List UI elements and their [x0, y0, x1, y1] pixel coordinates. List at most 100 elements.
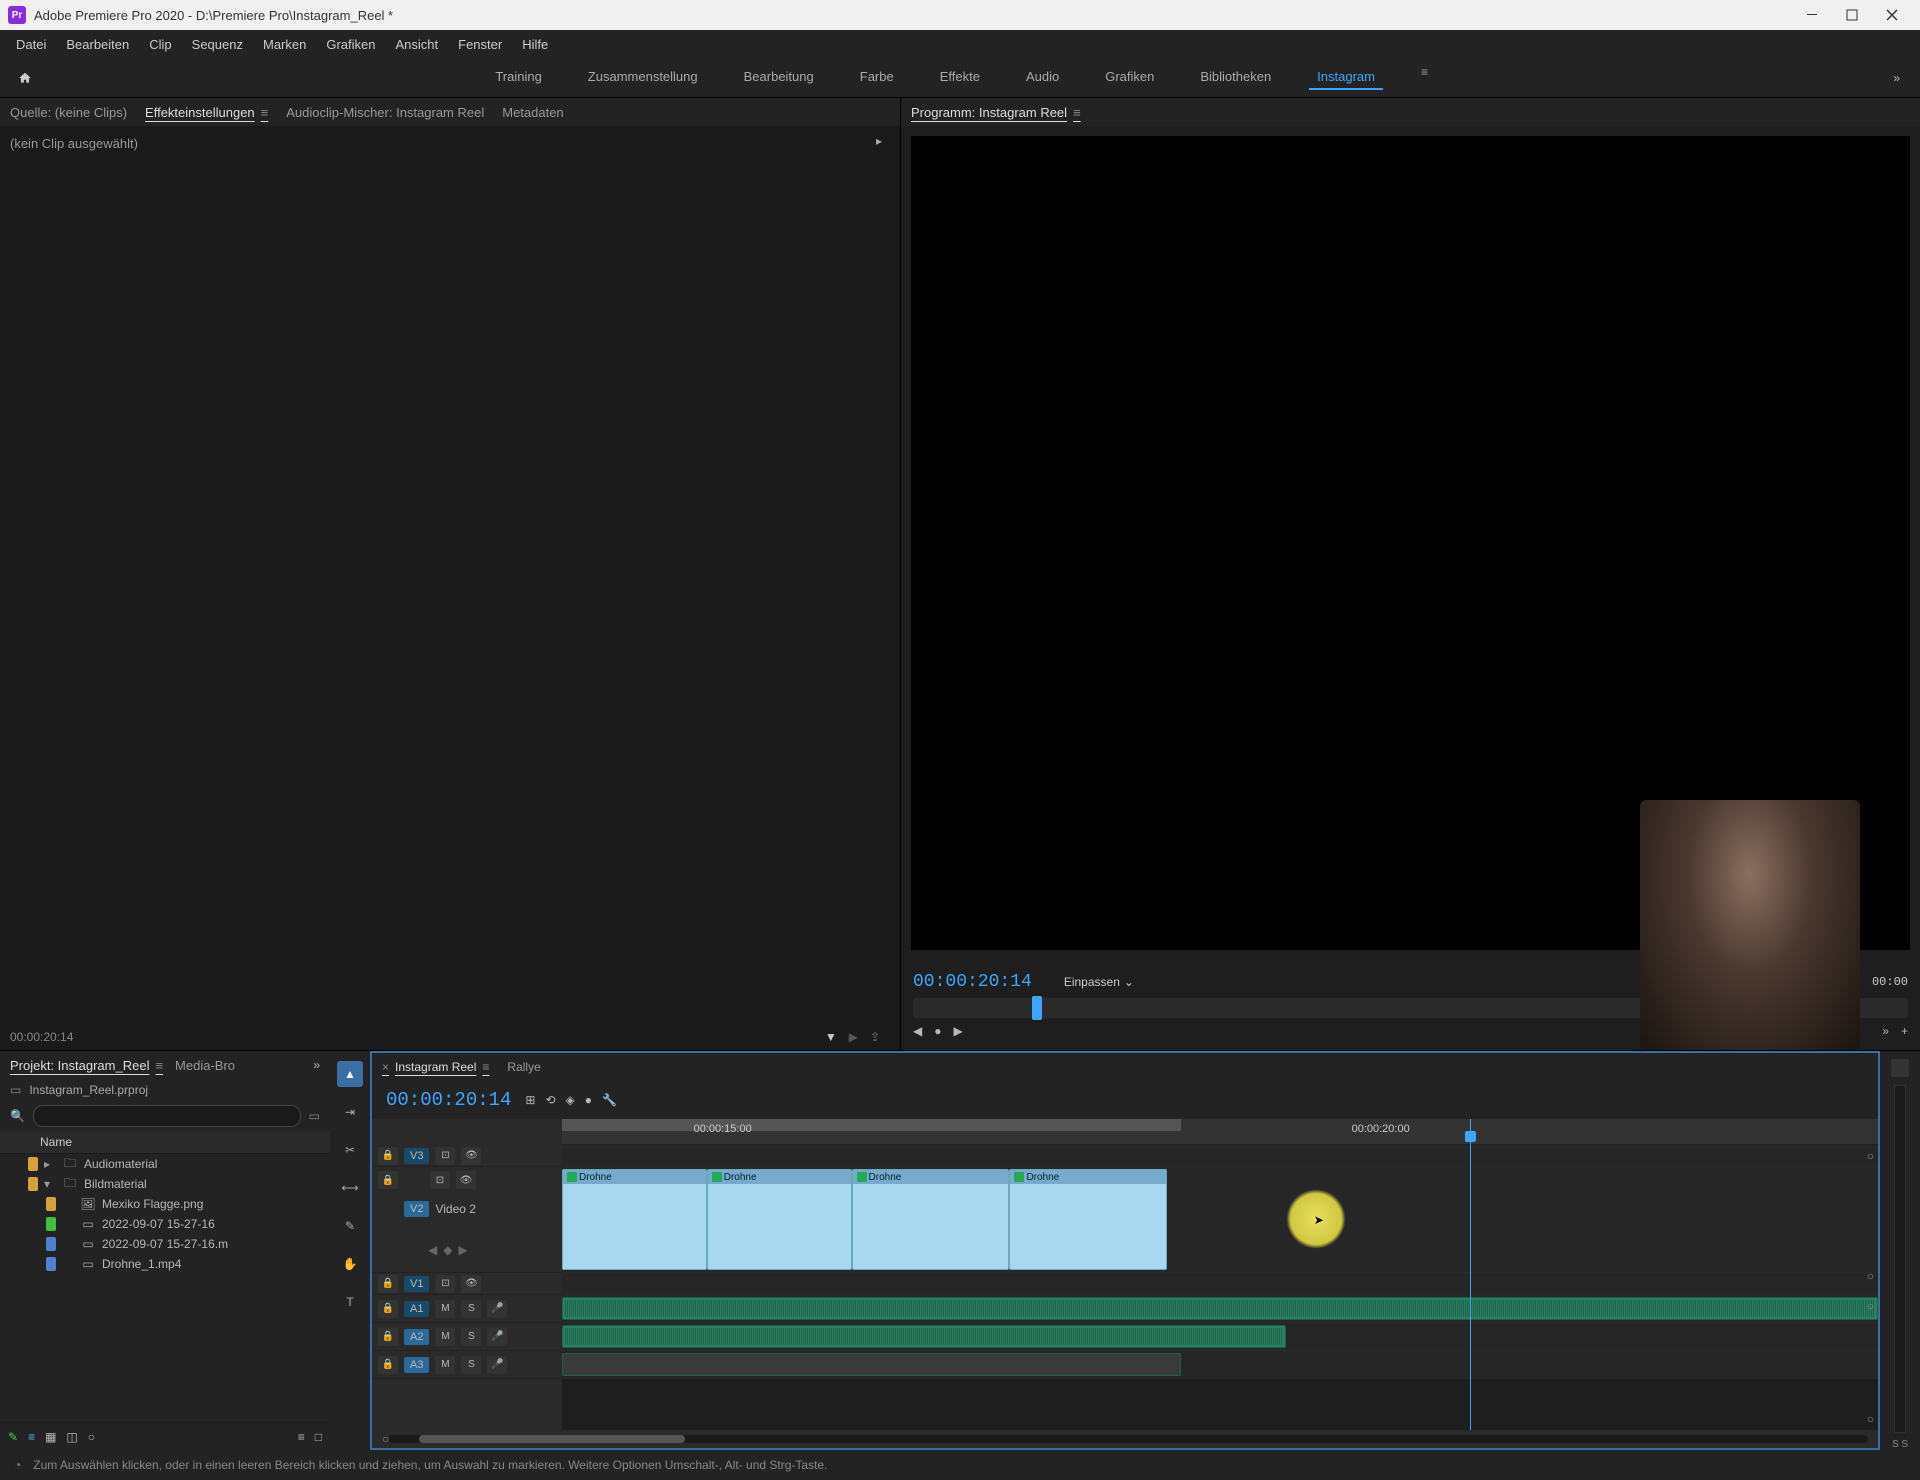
mute-button[interactable]: M — [435, 1356, 455, 1374]
audio-clip[interactable] — [562, 1325, 1286, 1348]
tab-metadaten[interactable]: Metadaten — [502, 105, 563, 120]
menu-ansicht[interactable]: Ansicht — [385, 33, 448, 56]
video-clip[interactable]: Drohne — [1009, 1169, 1167, 1270]
sync-lock-icon[interactable]: ⊡ — [435, 1147, 455, 1165]
mute-button[interactable]: M — [435, 1300, 455, 1318]
close-button[interactable] — [1872, 1, 1912, 29]
search-icon[interactable]: 🔍 — [10, 1109, 25, 1123]
workspace-overflow-icon[interactable]: » — [1873, 71, 1920, 85]
project-item[interactable]: ▾ 🗀 Bildmaterial — [0, 1174, 330, 1194]
workspace-bearbeitung[interactable]: Bearbeitung — [736, 65, 822, 90]
pencil-icon[interactable]: ✎ — [8, 1430, 18, 1444]
workspace-audio[interactable]: Audio — [1018, 65, 1067, 90]
project-item[interactable]: ▭ 2022-09-07 15-27-16 — [0, 1214, 330, 1234]
menu-fenster[interactable]: Fenster — [448, 33, 512, 56]
fit-dropdown[interactable]: Einpassen⌄ — [1064, 975, 1134, 989]
scroll-indicator-icon[interactable]: ○ — [1867, 1269, 1874, 1283]
lock-icon[interactable]: 🔒 — [378, 1356, 398, 1374]
timeline-timecode[interactable]: 00:00:20:14 — [386, 1089, 511, 1111]
tab-audioclip-mischer[interactable]: Audioclip-Mischer: Instagram Reel — [286, 105, 484, 120]
workspace-grafiken[interactable]: Grafiken — [1097, 65, 1162, 90]
zoom-slider-icon[interactable]: ○ — [88, 1430, 95, 1444]
project-name-header[interactable]: Name — [0, 1131, 330, 1154]
add-keyframe-icon[interactable]: ◆ — [443, 1243, 452, 1257]
track-v1[interactable] — [562, 1273, 1878, 1295]
hamburger-icon[interactable]: ≡ — [155, 1058, 163, 1073]
track-v2[interactable]: Drohne Drohne Drohne Drohne — [562, 1167, 1878, 1273]
sync-lock-icon[interactable]: ⊡ — [430, 1171, 450, 1189]
overflow-icon[interactable]: » — [313, 1058, 320, 1072]
track-header-v1[interactable]: 🔒 V1 ⊡ 👁 — [372, 1273, 562, 1295]
play-icon[interactable]: ▶ — [849, 1030, 858, 1044]
tab-programm[interactable]: Programm: Instagram Reel≡ — [911, 105, 1081, 120]
workspace-instagram[interactable]: Instagram — [1309, 65, 1383, 90]
snap-icon[interactable]: ⊞ — [525, 1093, 535, 1107]
export-icon[interactable]: ⇪ — [870, 1030, 880, 1044]
disclosure-icon[interactable]: ▸ — [44, 1157, 56, 1171]
trash-icon[interactable]: □ — [315, 1430, 322, 1444]
audio-clip[interactable] — [562, 1297, 1878, 1320]
workspace-training[interactable]: Training — [487, 65, 549, 90]
plus-icon[interactable]: + — [1901, 1024, 1908, 1038]
toggle-track-output-icon[interactable]: 👁 — [456, 1171, 476, 1189]
timeline-ruler[interactable]: 00:00:15:00 00:00:20:00 — [562, 1119, 1878, 1145]
track-header-a1[interactable]: 🔒 A1 M S 🎤 — [372, 1295, 562, 1323]
solo-button[interactable]: S — [461, 1328, 481, 1346]
video-clip[interactable]: Drohne — [707, 1169, 852, 1270]
menu-datei[interactable]: Datei — [6, 33, 56, 56]
track-a3[interactable] — [562, 1351, 1878, 1379]
mute-button[interactable]: M — [435, 1328, 455, 1346]
solo-button[interactable]: S — [461, 1300, 481, 1318]
lock-icon[interactable]: 🔒 — [378, 1275, 398, 1293]
work-area-bar[interactable] — [562, 1119, 1181, 1131]
track-a2[interactable] — [562, 1323, 1878, 1351]
next-keyframe-icon[interactable]: ▶ — [458, 1243, 467, 1257]
program-timecode[interactable]: 00:00:20:14 — [913, 972, 1032, 992]
tab-media-browser[interactable]: Media-Bro — [175, 1058, 235, 1073]
timeline-tab-instagram[interactable]: ×Instagram Reel≡ — [382, 1060, 489, 1074]
marker-icon[interactable]: ◈ — [566, 1093, 575, 1107]
tab-effekteinstellungen[interactable]: Effekteinstellungen≡ — [145, 105, 268, 120]
hand-tool[interactable]: ✋ — [337, 1251, 363, 1277]
razor-tool[interactable]: ⟷ — [337, 1175, 363, 1201]
menu-marken[interactable]: Marken — [253, 33, 316, 56]
workspace-farbe[interactable]: Farbe — [852, 65, 902, 90]
add-marker-icon[interactable]: ● — [934, 1024, 941, 1038]
lock-icon[interactable]: 🔒 — [378, 1300, 398, 1318]
track-v3[interactable] — [562, 1145, 1878, 1167]
lock-icon[interactable]: 🔒 — [378, 1171, 398, 1189]
minimize-button[interactable] — [1792, 1, 1832, 29]
track-header-a2[interactable]: 🔒 A2 M S 🎤 — [372, 1323, 562, 1351]
scroll-indicator-icon[interactable]: ○ — [1867, 1149, 1874, 1163]
workspace-menu-icon[interactable]: ≡ — [1413, 65, 1436, 90]
home-button[interactable] — [10, 63, 40, 93]
video-clip[interactable]: Drohne — [562, 1169, 707, 1270]
project-item[interactable]: ▸ 🗀 Audiomaterial — [0, 1154, 330, 1174]
track-header-v3[interactable]: 🔒 V3 ⊡ 👁 — [372, 1145, 562, 1167]
pen-tool[interactable]: ✎ — [337, 1213, 363, 1239]
sync-lock-icon[interactable]: ⊡ — [435, 1275, 455, 1293]
project-item[interactable]: ▭ 2022-09-07 15-27-16.m — [0, 1234, 330, 1254]
type-tool[interactable]: T — [337, 1289, 363, 1315]
zoom-handle-icon[interactable]: ○ — [382, 1432, 389, 1446]
track-a1[interactable] — [562, 1295, 1878, 1323]
video-clip[interactable]: Drohne — [852, 1169, 1010, 1270]
new-bin-icon[interactable]: ▭ — [309, 1109, 320, 1123]
list-view-icon[interactable]: ≡ — [28, 1430, 35, 1444]
track-header-a3[interactable]: 🔒 A3 M S 🎤 — [372, 1351, 562, 1379]
selection-tool[interactable]: ▲ — [337, 1061, 363, 1087]
lock-icon[interactable]: 🔒 — [378, 1328, 398, 1346]
mark-out-icon[interactable]: ▶ — [953, 1024, 962, 1038]
workspace-bibliotheken[interactable]: Bibliotheken — [1192, 65, 1279, 90]
menu-hilfe[interactable]: Hilfe — [512, 33, 558, 56]
prev-keyframe-icon[interactable]: ◀ — [428, 1243, 437, 1257]
menu-clip[interactable]: Clip — [139, 33, 181, 56]
overflow-icon[interactable]: » — [1882, 1024, 1889, 1038]
tab-quelle[interactable]: Quelle: (keine Clips) — [10, 105, 127, 120]
close-icon[interactable]: × — [382, 1060, 389, 1074]
icon-view-icon[interactable]: ▦ — [45, 1430, 56, 1444]
solo-button[interactable]: S — [461, 1356, 481, 1374]
menu-bearbeiten[interactable]: Bearbeiten — [56, 33, 139, 56]
audio-clip[interactable] — [562, 1353, 1181, 1376]
project-item[interactable]: ▭ Drohne_1.mp4 — [0, 1254, 330, 1274]
